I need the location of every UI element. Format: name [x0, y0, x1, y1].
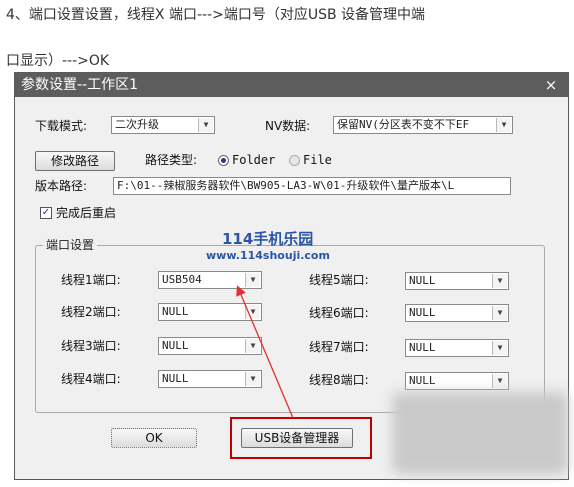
obscured-region — [392, 392, 568, 474]
